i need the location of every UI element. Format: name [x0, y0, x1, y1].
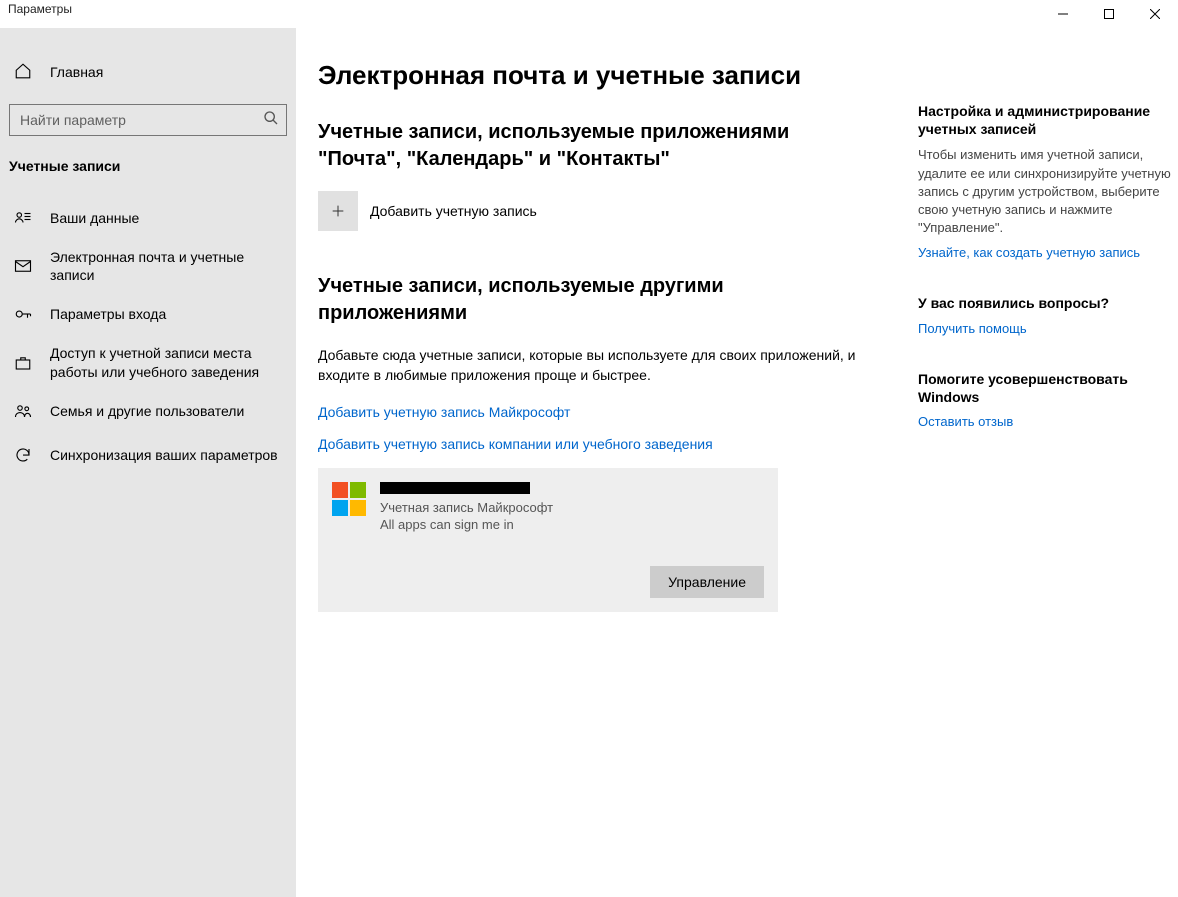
feedback-link[interactable]: Оставить отзыв: [918, 414, 1178, 429]
home-icon: [14, 62, 32, 83]
microsoft-logo-icon: [332, 482, 366, 516]
help-questions-title: У вас появились вопросы?: [918, 294, 1178, 312]
sidebar-item-email-accounts[interactable]: Электронная почта и учетные записи: [0, 240, 296, 292]
add-account-label: Добавить учетную запись: [370, 203, 537, 219]
get-help-link[interactable]: Получить помощь: [918, 321, 1178, 336]
sidebar-item-label: Ваши данные: [50, 209, 282, 227]
mail-icon: [14, 257, 32, 275]
titlebar: Параметры: [0, 0, 1178, 28]
sidebar-item-your-info[interactable]: Ваши данные: [0, 196, 296, 240]
add-account-button[interactable]: Добавить учетную запись: [318, 191, 878, 231]
close-button[interactable]: [1132, 0, 1178, 28]
account-card[interactable]: Учетная запись Майкрософт All apps can s…: [318, 468, 778, 612]
sync-icon: [14, 446, 32, 464]
home-link[interactable]: Главная: [0, 52, 296, 92]
window-title: Параметры: [8, 0, 72, 16]
help-panel: Настройка и администрирование учетных за…: [918, 60, 1178, 897]
search-icon: [263, 110, 279, 126]
home-label: Главная: [50, 64, 103, 80]
section-description: Добавьте сюда учетные записи, которые вы…: [318, 345, 878, 386]
sidebar: Главная Учетные записи Ваши данные Элект…: [0, 28, 296, 897]
help-learn-link[interactable]: Узнайте, как создать учетную запись: [918, 245, 1178, 260]
minimize-button[interactable]: [1040, 0, 1086, 28]
help-section-text: Чтобы изменить имя учетной записи, удали…: [918, 146, 1178, 237]
account-type: Учетная запись Майкрософт: [380, 500, 553, 515]
briefcase-icon: [14, 354, 32, 372]
key-icon: [14, 305, 32, 323]
sidebar-nav: Ваши данные Электронная почта и учетные …: [0, 196, 296, 477]
sidebar-item-label: Электронная почта и учетные записи: [50, 248, 282, 284]
add-microsoft-account-link[interactable]: Добавить учетную запись Майкрософт: [318, 404, 878, 420]
sidebar-item-work-access[interactable]: Доступ к учетной записи места работы или…: [0, 336, 296, 388]
plus-icon: [318, 191, 358, 231]
maximize-button[interactable]: [1086, 0, 1132, 28]
sidebar-item-label: Параметры входа: [50, 305, 282, 323]
sidebar-item-label: Синхронизация ваших параметров: [50, 446, 282, 464]
person-card-icon: [14, 209, 32, 227]
sidebar-item-label: Доступ к учетной записи места работы или…: [50, 344, 282, 380]
manage-account-button[interactable]: Управление: [650, 566, 764, 598]
page-title: Электронная почта и учетные записи: [318, 60, 878, 91]
sidebar-item-sync[interactable]: Синхронизация ваших параметров: [0, 433, 296, 477]
account-name-redacted: [380, 482, 530, 494]
sidebar-item-family[interactable]: Семья и другие пользователи: [0, 389, 296, 433]
main-content: Электронная почта и учетные записи Учетн…: [296, 28, 1178, 897]
sidebar-item-label: Семья и другие пользователи: [50, 402, 282, 420]
section-accounts-apps-title: Учетные записи, используемые приложениям…: [318, 119, 878, 173]
window-controls: [1040, 0, 1178, 28]
add-work-account-link[interactable]: Добавить учетную запись компании или уче…: [318, 436, 878, 452]
section-other-apps-title: Учетные записи, используемые другими при…: [318, 273, 878, 327]
search-input[interactable]: [9, 104, 287, 136]
help-section-title: Настройка и администрирование учетных за…: [918, 102, 1178, 138]
account-status: All apps can sign me in: [380, 517, 553, 532]
sidebar-item-signin-options[interactable]: Параметры входа: [0, 292, 296, 336]
people-icon: [14, 402, 32, 420]
sidebar-category: Учетные записи: [0, 158, 296, 184]
search-wrap: [9, 104, 287, 136]
help-feedback-title: Помогите усовершенствовать Windows: [918, 370, 1178, 406]
